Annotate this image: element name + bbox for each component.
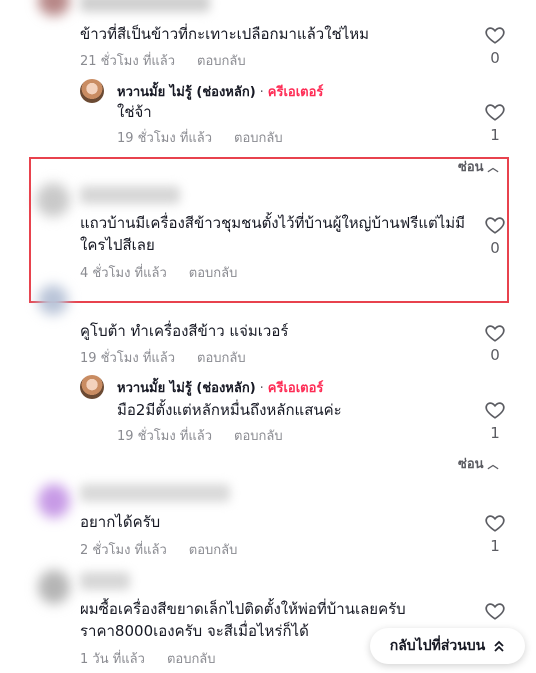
like-count: 1	[490, 537, 500, 555]
avatar[interactable]	[38, 285, 68, 315]
hide-replies-button[interactable]: ซ่อน ︿	[458, 453, 499, 474]
heart-icon	[485, 325, 505, 342]
like-button[interactable]	[484, 399, 506, 421]
reply-button[interactable]: ตอบกลับ	[197, 351, 246, 366]
comment-meta: 1 วัน ที่แล้ว ตอบกลับ	[80, 648, 216, 669]
heart-icon	[485, 104, 505, 121]
double-chevron-up-icon	[494, 640, 504, 652]
avatar[interactable]	[38, 0, 70, 16]
reply-author-name[interactable]: หวานมั้ย ไม่รู้ (ช่องหลัก)	[117, 85, 256, 100]
reply-author[interactable]: หวานมั้ย ไม่รู้ (ช่องหลัก) · ครีเอเตอร์	[117, 81, 323, 102]
highlight-box	[29, 157, 509, 303]
reply-text: ใช่จ้า	[117, 103, 152, 121]
comment-text: ข้าวที่สีเป็นข้าวที่กะเทาะเปลือกมาแล้วใช…	[80, 25, 370, 43]
creator-badge: ครีเอเตอร์	[267, 85, 324, 100]
username[interactable]	[80, 572, 130, 590]
back-to-top-button[interactable]: กลับไปที่ส่วนบน	[370, 628, 525, 664]
reply-author-name[interactable]: หวานมั้ย ไม่รู้ (ช่องหลัก)	[117, 381, 256, 396]
like-button[interactable]	[484, 24, 506, 46]
like-button[interactable]	[484, 600, 506, 622]
username[interactable]	[80, 0, 210, 12]
reply-button[interactable]: ตอบกลับ	[234, 429, 283, 444]
reply-meta: 19 ชั่วโมง ที่แล้ว ตอบกลับ	[117, 425, 283, 446]
chevron-up-icon: ︿	[487, 458, 499, 471]
heart-icon	[485, 515, 505, 532]
reply-button[interactable]: ตอบกลับ	[189, 543, 238, 558]
reply-text: มือ2มีตั้งแต่หลักหมื่นถึงหลักแสนค่ะ	[117, 401, 342, 419]
heart-icon	[485, 402, 505, 419]
reply-author[interactable]: หวานมั้ย ไม่รู้ (ช่องหลัก) · ครีเอเตอร์	[117, 377, 323, 398]
reply-time: 19 ชั่วโมง ที่แล้ว	[117, 131, 213, 146]
reply-time: 19 ชั่วโมง ที่แล้ว	[117, 429, 213, 444]
comment-time: 2 ชั่วโมง ที่แล้ว	[80, 543, 167, 558]
creator-avatar[interactable]	[80, 375, 104, 399]
reply-meta: 19 ชั่วโมง ที่แล้ว ตอบกลับ	[117, 127, 283, 148]
heart-icon	[485, 603, 505, 620]
comment-meta: 2 ชั่วโมง ที่แล้ว ตอบกลับ	[80, 539, 237, 560]
comment-text-line1: ผมซื้อเครื่องสีขยาดเล็กไปติดตั้งให้พ่อที…	[80, 600, 406, 618]
comment-text: คูโบต้า ทำเครื่องสีข้าว แจ่มเวอร์	[80, 322, 289, 340]
username[interactable]	[80, 484, 230, 502]
back-to-top-label[interactable]: กลับไปที่ส่วนบน	[390, 635, 486, 657]
comment-time: 1 วัน ที่แล้ว	[80, 652, 145, 667]
like-count: 0	[490, 346, 500, 364]
creator-avatar[interactable]	[80, 79, 104, 103]
like-count: 1	[490, 424, 500, 442]
reply-button[interactable]: ตอบกลับ	[234, 131, 283, 146]
creator-badge: ครีเอเตอร์	[267, 381, 324, 396]
comment-text-line2: ราคา8000เองครับ จะสีเมื่อไหร่ก็ได้	[80, 622, 309, 640]
reply-button[interactable]: ตอบกลับ	[167, 652, 216, 667]
like-count: 1	[490, 126, 500, 144]
comment-meta: 19 ชั่วโมง ที่แล้ว ตอบกลับ	[80, 347, 246, 368]
heart-icon	[485, 27, 505, 44]
avatar[interactable]	[38, 484, 70, 518]
avatar[interactable]	[38, 570, 70, 604]
comment-time: 21 ชั่วโมง ที่แล้ว	[80, 54, 176, 69]
like-button[interactable]	[484, 322, 506, 344]
reply-button[interactable]: ตอบกลับ	[197, 54, 246, 69]
comment-time: 19 ชั่วโมง ที่แล้ว	[80, 351, 176, 366]
like-count: 0	[490, 49, 500, 67]
comment-meta: 21 ชั่วโมง ที่แล้ว ตอบกลับ	[80, 50, 246, 71]
like-button[interactable]	[484, 512, 506, 534]
comment-text: อยากได้ครับ	[80, 513, 161, 531]
like-button[interactable]	[484, 101, 506, 123]
